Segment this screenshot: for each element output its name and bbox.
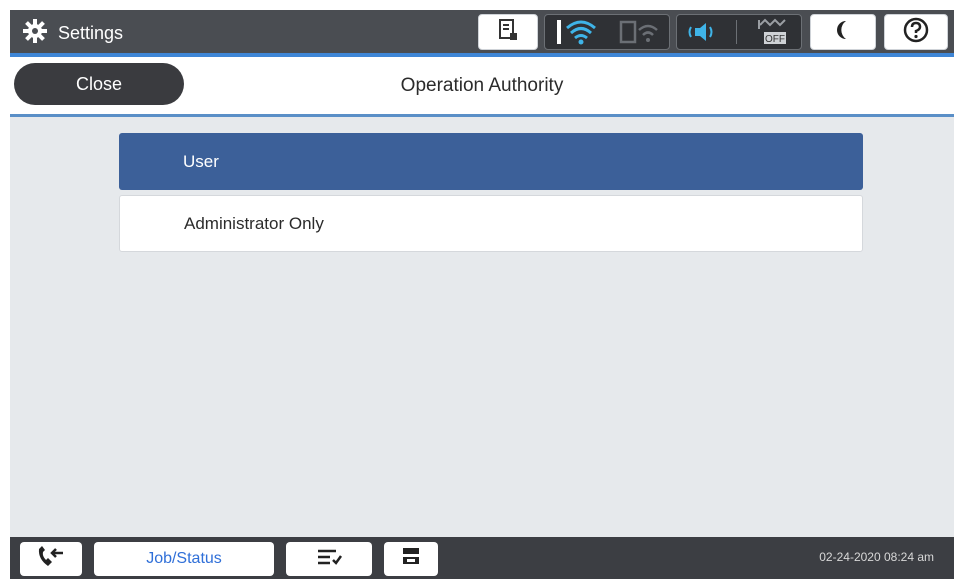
fax-button[interactable]	[20, 542, 82, 576]
document-status-button[interactable]	[478, 14, 538, 50]
bottom-bar: Job/Status 02-24-2020 08:24 am	[10, 537, 954, 579]
fax-phone-icon	[36, 545, 66, 574]
job-status-label: Job/Status	[146, 550, 222, 567]
app-title: Settings	[58, 22, 124, 43]
divider	[735, 20, 737, 44]
sound-icon	[687, 19, 717, 45]
document-status-icon	[497, 18, 519, 47]
wifi-icon	[555, 18, 599, 46]
option-user[interactable]: User	[119, 133, 863, 190]
help-icon	[903, 17, 929, 48]
job-status-button[interactable]: Job/Status	[94, 542, 274, 576]
date-time: 02-24-2020 08:24 am	[819, 550, 934, 564]
option-administrator-only[interactable]: Administrator Only	[119, 195, 863, 252]
top-status-bar: Settings OFF	[10, 10, 954, 57]
printer-icon	[399, 545, 423, 574]
gear-icon	[22, 18, 48, 49]
wifi-direct-icon	[619, 18, 659, 46]
screen-header: Operation Authority Close	[10, 57, 954, 117]
sleep-icon	[832, 18, 854, 47]
title-area: Settings	[22, 18, 123, 48]
signal-off-icon: OFF	[756, 17, 792, 47]
copy-job-button[interactable]	[286, 542, 372, 576]
printer-button[interactable]	[384, 542, 438, 576]
copy-icon	[314, 545, 344, 574]
network-status-group[interactable]	[544, 14, 670, 50]
sound-power-group[interactable]: OFF	[676, 14, 802, 50]
off-label: OFF	[765, 34, 785, 45]
printer-screen: Settings OFF Operation Authority Close U…	[10, 10, 954, 579]
help-button[interactable]	[884, 14, 948, 50]
close-button[interactable]: Close	[14, 63, 184, 105]
sleep-button[interactable]	[810, 14, 876, 50]
